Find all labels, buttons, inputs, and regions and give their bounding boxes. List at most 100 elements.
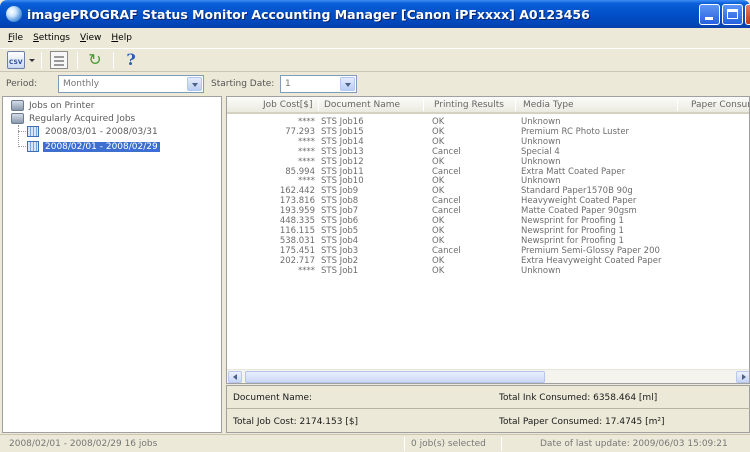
refresh-icon[interactable]: ↻: [86, 51, 104, 69]
status-last-update: Date of last update: 2009/06/03 15:09:21: [540, 439, 728, 449]
chevron-down-icon[interactable]: [187, 77, 202, 91]
cell-document-name: STS Job13: [321, 146, 364, 157]
cell-document-name: STS Job3: [321, 245, 359, 256]
column-header-paper-consumed[interactable]: Paper Consum: [691, 100, 749, 110]
table-row[interactable]: 448.335 STS Job6 OK Newsprint for Proofing …: [227, 216, 749, 226]
cell-job-cost: 193.959: [279, 206, 315, 217]
cell-printing-result: OK: [432, 235, 445, 246]
cell-printing-result: Cancel: [432, 196, 461, 207]
job-tree[interactable]: Jobs on Printer Regularly Acquired Jobs …: [2, 96, 222, 433]
tree-item-label: 2008/03/01 - 2008/03/31: [45, 126, 158, 137]
menu-help[interactable]: Help: [106, 33, 137, 43]
cell-job-cost: 77.293: [285, 126, 315, 137]
calendar-icon: [27, 126, 39, 137]
column-divider[interactable]: [515, 100, 516, 111]
period-select[interactable]: Monthly: [58, 75, 204, 93]
cell-printing-result: OK: [432, 265, 445, 276]
table-row[interactable]: 116.115 STS Job5 OK Newsprint for Proofing …: [227, 225, 749, 236]
status-divider: [404, 437, 405, 451]
chevron-down-icon[interactable]: [340, 77, 355, 91]
tree-item-label: 2008/02/01 - 2008/02/29: [43, 141, 160, 152]
cell-job-cost: ****: [298, 156, 315, 167]
column-header-job-cost[interactable]: Job Cost[$]: [263, 100, 313, 110]
cell-document-name: STS Job2: [321, 255, 359, 266]
cell-job-cost: 538.031: [279, 235, 315, 246]
minimize-button[interactable]: [699, 4, 720, 25]
table-row[interactable]: 175.451 STS Job3 Cancel Premium Semi-Glossy…: [227, 245, 749, 256]
summary-row: Total Job Cost: 2174.153 [$] Total Paper…: [227, 410, 750, 433]
menu-view[interactable]: View: [75, 33, 106, 43]
starting-date-select[interactable]: 1: [280, 75, 357, 93]
column-divider[interactable]: [677, 100, 678, 111]
horizontal-scrollbar[interactable]: [227, 369, 749, 383]
table-row[interactable]: 538.031 STS Job4 OK Newsprint for Proofing …: [227, 235, 749, 246]
cell-printing-result: OK: [432, 216, 445, 226]
table-row[interactable]: **** STS Job13 Cancel Special 4: [227, 146, 749, 157]
cell-document-name: STS Job5: [321, 225, 359, 236]
cell-job-cost: ****: [298, 265, 315, 276]
table-row[interactable]: **** STS Job1 OK Unknown: [227, 265, 749, 276]
cell-job-cost: 85.994: [285, 166, 315, 177]
table-row[interactable]: **** STS Job16 OK Unknown: [227, 117, 749, 127]
toolbar-separator: [41, 51, 42, 69]
summary-panel: Document Name: Total Ink Consumed: 6358.…: [226, 385, 750, 433]
cell-media-type: Unknown: [521, 156, 561, 167]
column-divider[interactable]: [318, 100, 319, 111]
calendar-icon: [27, 141, 39, 152]
folder-icon: [11, 113, 24, 124]
cell-media-type: Premium Semi-Glossy Paper 200: [521, 245, 660, 256]
cell-media-type: Matte Coated Paper 90gsm: [521, 206, 637, 217]
toolbar-separator: [113, 51, 114, 69]
cell-media-type: Newsprint for Proofing 1: [521, 235, 624, 246]
table-row[interactable]: 85.994 STS Job11 Cancel Extra Matt Coated P…: [227, 166, 749, 177]
window-title: imagePROGRAF Status Monitor Accounting M…: [27, 6, 590, 22]
tree-item-range-selected[interactable]: 2008/02/01 - 2008/02/29: [27, 140, 160, 153]
toolbar: CSV ↻ ?: [0, 48, 750, 72]
table-row[interactable]: 77.293 STS Job15 OK Premium RC Photo Luster: [227, 126, 749, 137]
tree-item-label: Regularly Acquired Jobs: [29, 113, 136, 124]
maximize-button[interactable]: [722, 4, 743, 25]
cell-document-name: STS Job7: [321, 206, 359, 217]
scroll-right-icon[interactable]: [736, 371, 749, 383]
column-divider[interactable]: [423, 100, 424, 111]
column-header-document-name[interactable]: Document Name: [324, 100, 400, 110]
properties-icon[interactable]: [50, 51, 68, 69]
cell-printing-result: OK: [432, 136, 445, 147]
tree-item-range[interactable]: 2008/03/01 - 2008/03/31: [27, 125, 160, 138]
cell-media-type: Heavyweight Coated Paper: [521, 196, 637, 207]
table-row[interactable]: 162.442 STS Job9 OK Standard Paper1570B 90g: [227, 186, 749, 196]
title-bar[interactable]: imagePROGRAF Status Monitor Accounting M…: [0, 0, 750, 28]
cell-media-type: Special 4: [521, 146, 560, 157]
cell-media-type: Unknown: [521, 117, 561, 127]
help-icon[interactable]: ?: [122, 51, 140, 69]
column-header-media-type[interactable]: Media Type: [523, 100, 574, 110]
menu-settings[interactable]: Settings: [28, 33, 75, 43]
table-row[interactable]: 193.959 STS Job7 Cancel Matte Coated Paper …: [227, 206, 749, 217]
tree-item-regular-jobs[interactable]: Regularly Acquired Jobs: [11, 112, 137, 125]
cell-media-type: Premium RC Photo Luster: [521, 126, 630, 137]
tree-connector: [18, 146, 26, 147]
cell-media-type: Unknown: [521, 265, 561, 276]
table-row[interactable]: **** STS Job14 OK Unknown: [227, 136, 749, 147]
chevron-down-icon[interactable]: [28, 51, 35, 69]
column-header-printing-results[interactable]: Printing Results: [434, 100, 504, 110]
cell-job-cost: 175.451: [279, 245, 315, 256]
close-button[interactable]: [745, 4, 750, 25]
period-bar: Period: Monthly Starting Date: 1: [0, 73, 750, 95]
cell-printing-result: OK: [432, 126, 445, 137]
total-ink-consumed: Total Ink Consumed: 6358.464 [ml]: [499, 393, 658, 403]
jobs-table[interactable]: Job Cost[$] Document Name Printing Resul…: [226, 96, 750, 384]
document-name-label: Document Name:: [233, 393, 313, 403]
table-row[interactable]: 202.717 STS Job2 OK Extra Heavyweight Coate…: [227, 255, 749, 266]
table-row[interactable]: 173.816 STS Job8 Cancel Heavyweight Coated …: [227, 196, 749, 207]
table-row[interactable]: **** STS Job10 OK Unknown: [227, 176, 749, 186]
scrollbar-thumb[interactable]: [245, 371, 545, 383]
tree-item-jobs-on-printer[interactable]: Jobs on Printer: [11, 99, 96, 112]
cell-job-cost: 116.115: [279, 225, 315, 236]
table-header: Job Cost[$] Document Name Printing Resul…: [227, 97, 749, 114]
csv-export-icon[interactable]: CSV: [7, 51, 25, 69]
menu-file[interactable]: File: [3, 33, 28, 43]
toolbar-separator: [77, 51, 78, 69]
scroll-left-icon[interactable]: [228, 371, 242, 383]
table-row[interactable]: **** STS Job12 OK Unknown: [227, 156, 749, 167]
